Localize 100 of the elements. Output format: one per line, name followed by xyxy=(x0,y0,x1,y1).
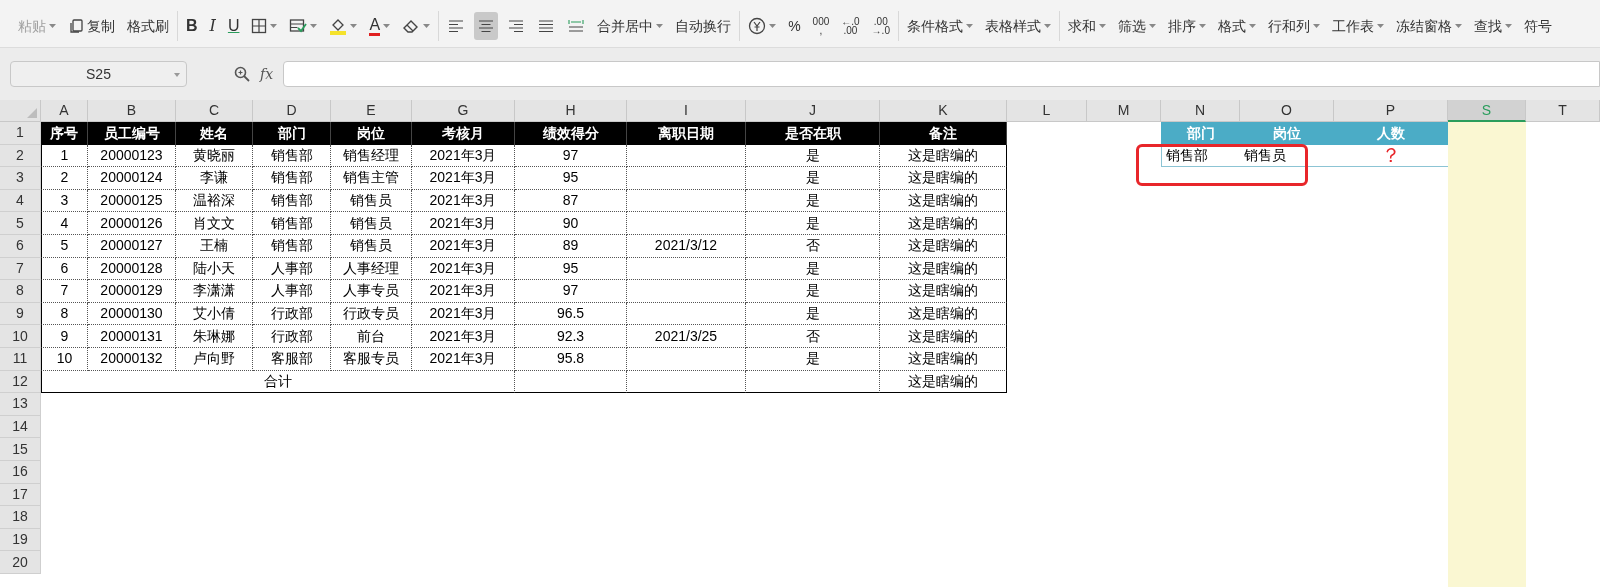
zoom-icon[interactable] xyxy=(234,66,250,82)
number-format-button[interactable]: .00 →.0 xyxy=(868,12,893,40)
row-header[interactable]: 16 xyxy=(0,460,41,484)
caret-icon[interactable] xyxy=(769,24,777,28)
distribute-icon[interactable] xyxy=(567,18,586,34)
caret-icon[interactable] xyxy=(1198,24,1206,28)
name-box[interactable]: S25 xyxy=(10,61,187,87)
caret-icon[interactable] xyxy=(423,24,431,28)
column-header[interactable]: I xyxy=(627,100,746,122)
formula-input[interactable] xyxy=(283,61,1600,87)
row-header[interactable]: 7 xyxy=(0,257,41,281)
column-header[interactable]: G xyxy=(412,100,515,122)
lookup-header-cell: 人数 xyxy=(1334,122,1448,145)
column-header[interactable]: O xyxy=(1240,100,1334,122)
row-header[interactable]: 13 xyxy=(0,393,41,416)
table-header-cell: 备注 xyxy=(880,122,1007,145)
toolbar-button[interactable]: 排序 xyxy=(1164,12,1209,40)
toolbar-button[interactable]: 冻结窗格 xyxy=(1392,12,1465,40)
column-header[interactable]: M xyxy=(1087,100,1161,122)
row-header[interactable]: 11 xyxy=(0,347,41,371)
toolbar-button[interactable]: 表格样式 xyxy=(981,12,1054,40)
row-header[interactable]: 5 xyxy=(0,212,41,235)
column-header[interactable]: A xyxy=(41,100,88,122)
font-color-button[interactable]: A xyxy=(366,12,394,40)
table-cell: 人事部 xyxy=(253,257,331,281)
toolbar-button[interactable]: 格式刷 xyxy=(124,12,172,40)
underline-button[interactable]: U xyxy=(224,12,243,40)
toolbar-button[interactable]: 筛选 xyxy=(1114,12,1159,40)
toolbar-button[interactable]: 符号 xyxy=(1520,12,1555,40)
row-header[interactable]: 9 xyxy=(0,302,41,326)
align-center-icon[interactable] xyxy=(477,18,496,34)
bold-button[interactable]: B xyxy=(183,12,201,40)
column-header[interactable]: N xyxy=(1161,100,1240,122)
caret-icon[interactable] xyxy=(1098,24,1106,28)
row-header[interactable]: 2 xyxy=(0,144,41,168)
caret-icon[interactable] xyxy=(350,24,358,28)
column-header[interactable]: T xyxy=(1526,100,1600,122)
toolbar-button[interactable]: 求和 xyxy=(1064,12,1109,40)
row-header[interactable]: 4 xyxy=(0,189,41,213)
align-left-icon[interactable] xyxy=(447,18,466,34)
caret-icon[interactable] xyxy=(1248,24,1256,28)
column-header[interactable]: D xyxy=(253,100,331,122)
italic-button[interactable]: I xyxy=(206,12,219,40)
table-cell: 20000128 xyxy=(88,257,176,281)
row-header[interactable]: 6 xyxy=(0,234,41,258)
column-header[interactable]: P xyxy=(1334,100,1448,122)
caret-icon[interactable] xyxy=(1454,24,1462,28)
table-header-cell: 考核月 xyxy=(412,122,515,145)
caret-icon[interactable] xyxy=(383,24,391,28)
row-header[interactable]: 19 xyxy=(0,528,41,552)
caret-icon[interactable] xyxy=(1148,24,1156,28)
toolbar-button[interactable]: 合并居中 xyxy=(594,12,667,40)
toolbar-button[interactable]: 查找 xyxy=(1470,12,1515,40)
column-header[interactable]: B xyxy=(88,100,176,122)
column-header[interactable]: J xyxy=(746,100,880,122)
caret-icon[interactable] xyxy=(1312,24,1320,28)
toolbar-button[interactable]: 条件格式 xyxy=(903,12,976,40)
function-button[interactable]: fx xyxy=(260,63,274,85)
caret-icon[interactable] xyxy=(270,24,278,28)
caret-icon[interactable] xyxy=(1043,24,1051,28)
column-header[interactable]: E xyxy=(331,100,412,122)
row-header[interactable]: 15 xyxy=(0,438,41,461)
toolbar-button[interactable]: 工作表 xyxy=(1328,12,1387,40)
borders-icon[interactable] xyxy=(251,18,268,34)
toolbar-button[interactable]: 行和列 xyxy=(1264,12,1323,40)
toolbar-button[interactable]: 复制 xyxy=(65,12,118,40)
table-cell: 这是瞎编的 xyxy=(880,212,1007,235)
row-header[interactable]: 17 xyxy=(0,483,41,507)
caret-icon[interactable] xyxy=(1376,24,1384,28)
column-header[interactable]: H xyxy=(515,100,627,122)
column-header[interactable]: K xyxy=(880,100,1007,122)
caret-icon[interactable] xyxy=(310,24,318,28)
column-header[interactable]: L xyxy=(1007,100,1087,122)
caret-icon[interactable] xyxy=(1504,24,1512,28)
caret-icon[interactable] xyxy=(965,24,973,28)
checked-format-icon[interactable] xyxy=(289,18,308,34)
row-header[interactable]: 14 xyxy=(0,415,41,439)
row-header[interactable]: 20 xyxy=(0,551,41,574)
row-header[interactable]: 18 xyxy=(0,506,41,529)
caret-icon[interactable] xyxy=(656,24,664,28)
toolbar-button[interactable]: 格式 xyxy=(1214,12,1259,40)
copy-icon[interactable] xyxy=(68,18,84,34)
row-header[interactable]: 10 xyxy=(0,325,41,348)
number-format-button[interactable]: ←.0 .00 xyxy=(838,12,863,40)
number-format-button[interactable]: 000 , xyxy=(809,12,833,40)
row-header[interactable]: 3 xyxy=(0,167,41,190)
table-cell: 行政部 xyxy=(253,325,331,348)
align-button[interactable] xyxy=(474,12,499,40)
row-header[interactable]: 12 xyxy=(0,370,41,394)
currency-icon[interactable] xyxy=(748,17,767,35)
row-header[interactable]: 1 xyxy=(0,122,41,145)
fill-color-icon[interactable] xyxy=(329,17,348,35)
column-header[interactable]: C xyxy=(176,100,253,122)
toolbar-button[interactable]: % xyxy=(785,12,804,40)
row-header[interactable]: 8 xyxy=(0,280,41,303)
justify-icon[interactable] xyxy=(537,18,556,34)
align-right-icon[interactable] xyxy=(507,18,526,34)
table-cell: 2021年3月 xyxy=(412,144,515,168)
toolbar-button[interactable]: 自动换行 xyxy=(672,12,735,40)
table-cell: 这是瞎编的 xyxy=(880,189,1007,213)
